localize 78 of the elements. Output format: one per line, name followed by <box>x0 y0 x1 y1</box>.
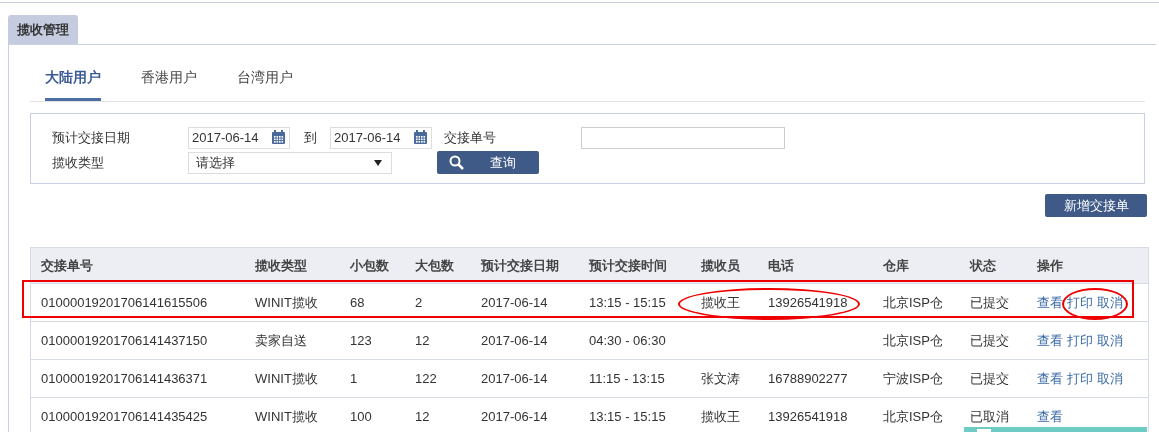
table-cell-text: 68 <box>349 295 366 310</box>
table-cell-text: 01000019201706141437150 <box>40 333 209 348</box>
table-cell-text: 122 <box>414 371 438 386</box>
column-header: 仓库 <box>882 256 910 275</box>
table-cell-text: 123 <box>349 333 373 348</box>
table-cell-text: 1 <box>349 371 359 386</box>
panel-tab[interactable]: 揽收管理 <box>8 15 78 44</box>
input-field[interactable] <box>581 126 785 149</box>
caret-icon <box>374 159 382 166</box>
table-cell-text: 已提交 <box>969 293 1010 312</box>
table-cell-text: 100 <box>349 409 373 424</box>
search-icon <box>449 155 464 170</box>
table-cell-text: 01000019201706141435425 <box>40 409 209 424</box>
type-dropdown[interactable]: 请选择 <box>188 151 392 174</box>
column-header: 揽收员 <box>700 256 741 275</box>
date-field[interactable]: 2017-06-14 <box>188 126 290 149</box>
table-cell-text: 卖家自送 <box>254 331 308 350</box>
table-cell-text: WINIT揽收 <box>254 293 319 312</box>
table-cell-text: 2017-06-14 <box>480 333 549 348</box>
table-cell-text: 已取消 <box>969 407 1010 426</box>
search-button[interactable]: 查询 <box>437 151 539 174</box>
table-cell-text: 13926541918 <box>767 409 849 424</box>
add-button[interactable]: 新增交接单 <box>1045 194 1147 217</box>
table-cell-text: 01000019201706141436371 <box>40 371 209 386</box>
table-cell-text: 揽收王 <box>700 293 741 312</box>
field-label: 揽收类型 <box>52 153 105 172</box>
table-cell-text: 11:15 - 13:15 <box>588 371 666 386</box>
table-cell-text: 13:15 - 15:15 <box>588 295 667 310</box>
action-link[interactable]: 查看 <box>1037 369 1063 388</box>
range-separator: 到 <box>302 128 318 147</box>
table-cell-text: 2 <box>414 295 424 310</box>
table-cell-text: 13926541918 <box>767 295 849 310</box>
action-link[interactable]: 查看 <box>1037 407 1063 426</box>
table-cell-text: 04:30 - 06:30 <box>588 333 667 348</box>
table-cell-text: 12 <box>414 409 431 424</box>
table-cell-text: 12 <box>414 333 431 348</box>
action-link[interactable]: 打印 <box>1067 369 1093 388</box>
calendar-icon <box>413 130 428 145</box>
tab[interactable]: 台湾用户 <box>237 67 293 101</box>
tab[interactable]: 香港用户 <box>141 67 197 101</box>
column-header: 预计交接时间 <box>588 256 668 275</box>
tab[interactable]: 大陆用户 <box>45 67 101 101</box>
field-label: 预计交接日期 <box>52 128 131 147</box>
table-cell-text: 2017-06-14 <box>480 371 549 386</box>
table-cell-text: 揽收王 <box>700 407 741 426</box>
column-header: 电话 <box>767 256 795 275</box>
table-cell-text: 宁波ISP仓 <box>882 369 944 388</box>
table-cell-text: 2017-06-14 <box>480 295 549 310</box>
column-header: 大包数 <box>414 256 455 275</box>
table-cell-text: 13:15 - 15:15 <box>588 409 667 424</box>
action-link[interactable]: 取消 <box>1097 331 1123 350</box>
chat-popup[interactable] <box>964 427 1147 432</box>
date-field[interactable]: 2017-06-14 <box>330 126 432 149</box>
column-header: 揽收类型 <box>254 256 308 275</box>
action-link[interactable]: 取消 <box>1097 369 1123 388</box>
table-cell-text: 16788902277 <box>767 371 849 386</box>
table-cell-text: WINIT揽收 <box>254 407 319 426</box>
table-cell-text: 北京ISP仓 <box>882 407 944 426</box>
action-link[interactable]: 打印 <box>1067 331 1093 350</box>
table-cell-text: 张文涛 <box>700 369 741 388</box>
column-header: 状态 <box>968 256 997 275</box>
column-header: 预计交接日期 <box>480 256 560 275</box>
table-cell-text: 01000019201706141615506 <box>40 295 209 310</box>
column-header: 交接单号 <box>40 256 94 275</box>
action-link[interactable]: 查看 <box>1037 293 1063 312</box>
action-link[interactable]: 查看 <box>1037 331 1063 350</box>
column-header: 操作 <box>1036 256 1064 275</box>
table-cell-text: 已提交 <box>969 369 1010 388</box>
table-cell-text: WINIT揽收 <box>254 369 319 388</box>
action-link[interactable]: 取消 <box>1097 293 1123 312</box>
table-cell-text: 北京ISP仓 <box>882 331 944 350</box>
calendar-icon <box>271 130 286 145</box>
column-header: 小包数 <box>349 256 390 275</box>
table-cell-text: 北京ISP仓 <box>882 293 944 312</box>
action-link[interactable]: 打印 <box>1067 293 1093 312</box>
table-cell-text: 2017-06-14 <box>480 409 549 424</box>
table-cell-text: 已提交 <box>969 331 1010 350</box>
field-label: 交接单号 <box>443 128 497 147</box>
